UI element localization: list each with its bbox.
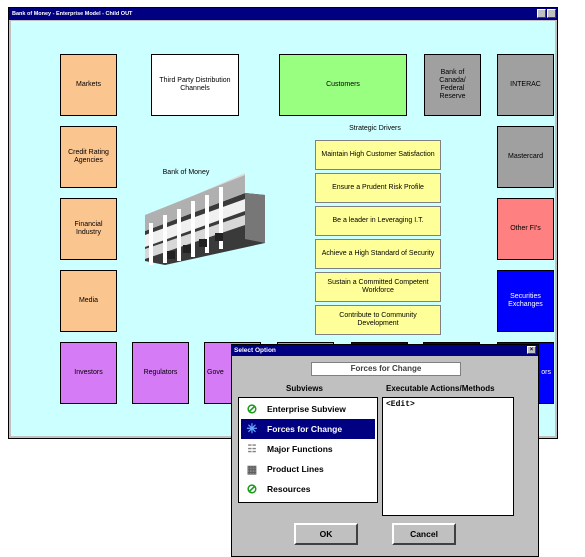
actions-header: Executable Actions/Methods (386, 384, 495, 393)
markets-label: Markets (76, 81, 101, 88)
markets-box[interactable]: Markets (60, 54, 117, 116)
green-check-icon: ⊘ (246, 481, 258, 496)
product-lines-icon: ▦ (246, 463, 258, 476)
cancel-button[interactable]: Cancel (392, 523, 456, 545)
financial-industry-label: Financial Industry (74, 221, 103, 236)
window-titlebar: Bank of Money - Enterprise Model - Child… (9, 8, 557, 20)
interac-box[interactable]: INTERAC (497, 54, 554, 116)
third-party-box[interactable]: Third Party Distribution Channels (151, 54, 239, 116)
strategic-driver-label: Be a leader in Leveraging I.T. (332, 217, 424, 224)
minimize-button[interactable] (537, 9, 546, 18)
subview-item-forces[interactable]: ✳ Forces for Change (241, 419, 375, 439)
competitors-label: ors (541, 369, 551, 376)
subview-label: Major Functions (267, 444, 333, 454)
credit-rating-box[interactable]: Credit Rating Agencies (60, 126, 117, 188)
customers-box[interactable]: Customers (279, 54, 407, 116)
regulators-box[interactable]: Regulators (132, 342, 189, 404)
ok-button[interactable]: OK (294, 523, 358, 545)
mastercard-label: Mastercard (507, 153, 543, 160)
bank-of-canada-label: Bank of Canada/ Federal Reserve (439, 69, 466, 100)
forces-icon: ✳ (246, 421, 258, 436)
strategic-drivers-title: Strategic Drivers (349, 125, 401, 132)
other-fis-label: Other FI's (510, 225, 541, 232)
customers-label: Customers (326, 81, 360, 88)
select-option-dialog: Select Option × Forces for Change Subvie… (231, 344, 539, 557)
actions-list[interactable]: <Edit> (382, 397, 514, 516)
strategic-driver-item[interactable]: Maintain High Customer Satisfaction (315, 140, 441, 170)
action-item[interactable]: <Edit> (386, 400, 510, 409)
close-icon[interactable]: × (527, 346, 536, 354)
media-box[interactable]: Media (60, 270, 117, 332)
strategic-driver-item[interactable]: Ensure a Prudent Risk Profile (315, 173, 441, 203)
strategic-driver-item[interactable]: Sustain a Committed Competent Workforce (315, 272, 441, 302)
dialog-titlebar: Select Option × (232, 345, 538, 356)
mastercard-box[interactable]: Mastercard (497, 126, 554, 188)
interac-label: INTERAC (510, 81, 541, 88)
subviews-list[interactable]: ⊘ Enterprise Subview ✳ Forces for Change… (238, 397, 378, 503)
subview-item-products[interactable]: ▦ Product Lines (241, 459, 375, 479)
investors-box[interactable]: Investors (60, 342, 117, 404)
strategic-driver-label: Ensure a Prudent Risk Profile (332, 184, 424, 191)
regulators-label: Regulators (143, 369, 178, 376)
securities-label: Securities Exchanges (508, 293, 543, 308)
subview-label: Resources (267, 484, 311, 494)
strategic-driver-item[interactable]: Be a leader in Leveraging I.T. (315, 206, 441, 236)
strategic-driver-label: Contribute to Community Development (339, 312, 417, 327)
subview-item-enterprise[interactable]: ⊘ Enterprise Subview (241, 399, 375, 419)
strategic-driver-label: Achieve a High Standard of Security (321, 250, 435, 257)
strategic-driver-label: Sustain a Committed Competent Workforce (327, 279, 429, 294)
securities-box[interactable]: Securities Exchanges (497, 270, 554, 332)
subviews-header: Subviews (286, 384, 323, 393)
investors-label: Investors (74, 369, 103, 376)
subview-item-resources[interactable]: ⊘ Resources (241, 479, 375, 499)
strategic-driver-item[interactable]: Contribute to Community Development (315, 305, 441, 335)
maximize-button[interactable] (547, 9, 556, 18)
subview-label: Forces for Change (267, 424, 343, 434)
window-title: Bank of Money - Enterprise Model - Child… (12, 11, 133, 17)
government-label: Gove (207, 369, 224, 376)
green-check-icon: ⊘ (246, 401, 258, 416)
subview-item-functions[interactable]: ☷ Major Functions (241, 439, 375, 459)
dialog-title: Select Option (234, 347, 276, 354)
bank-of-canada-box[interactable]: Bank of Canada/ Federal Reserve (424, 54, 481, 116)
subview-label: Enterprise Subview (267, 404, 346, 414)
bank-building-image[interactable] (135, 153, 275, 268)
media-label: Media (78, 297, 99, 304)
selected-option-field[interactable]: Forces for Change (311, 362, 461, 376)
strategic-driver-label: Maintain High Customer Satisfaction (321, 151, 435, 158)
other-fis-box[interactable]: Other FI's (497, 198, 554, 260)
financial-industry-box[interactable]: Financial Industry (60, 198, 117, 260)
functions-icon: ☷ (247, 443, 257, 455)
credit-rating-label: Credit Rating Agencies (68, 149, 109, 164)
subview-label: Product Lines (267, 464, 324, 474)
strategic-driver-item[interactable]: Achieve a High Standard of Security (315, 239, 441, 269)
third-party-label: Third Party Distribution Channels (159, 77, 231, 92)
